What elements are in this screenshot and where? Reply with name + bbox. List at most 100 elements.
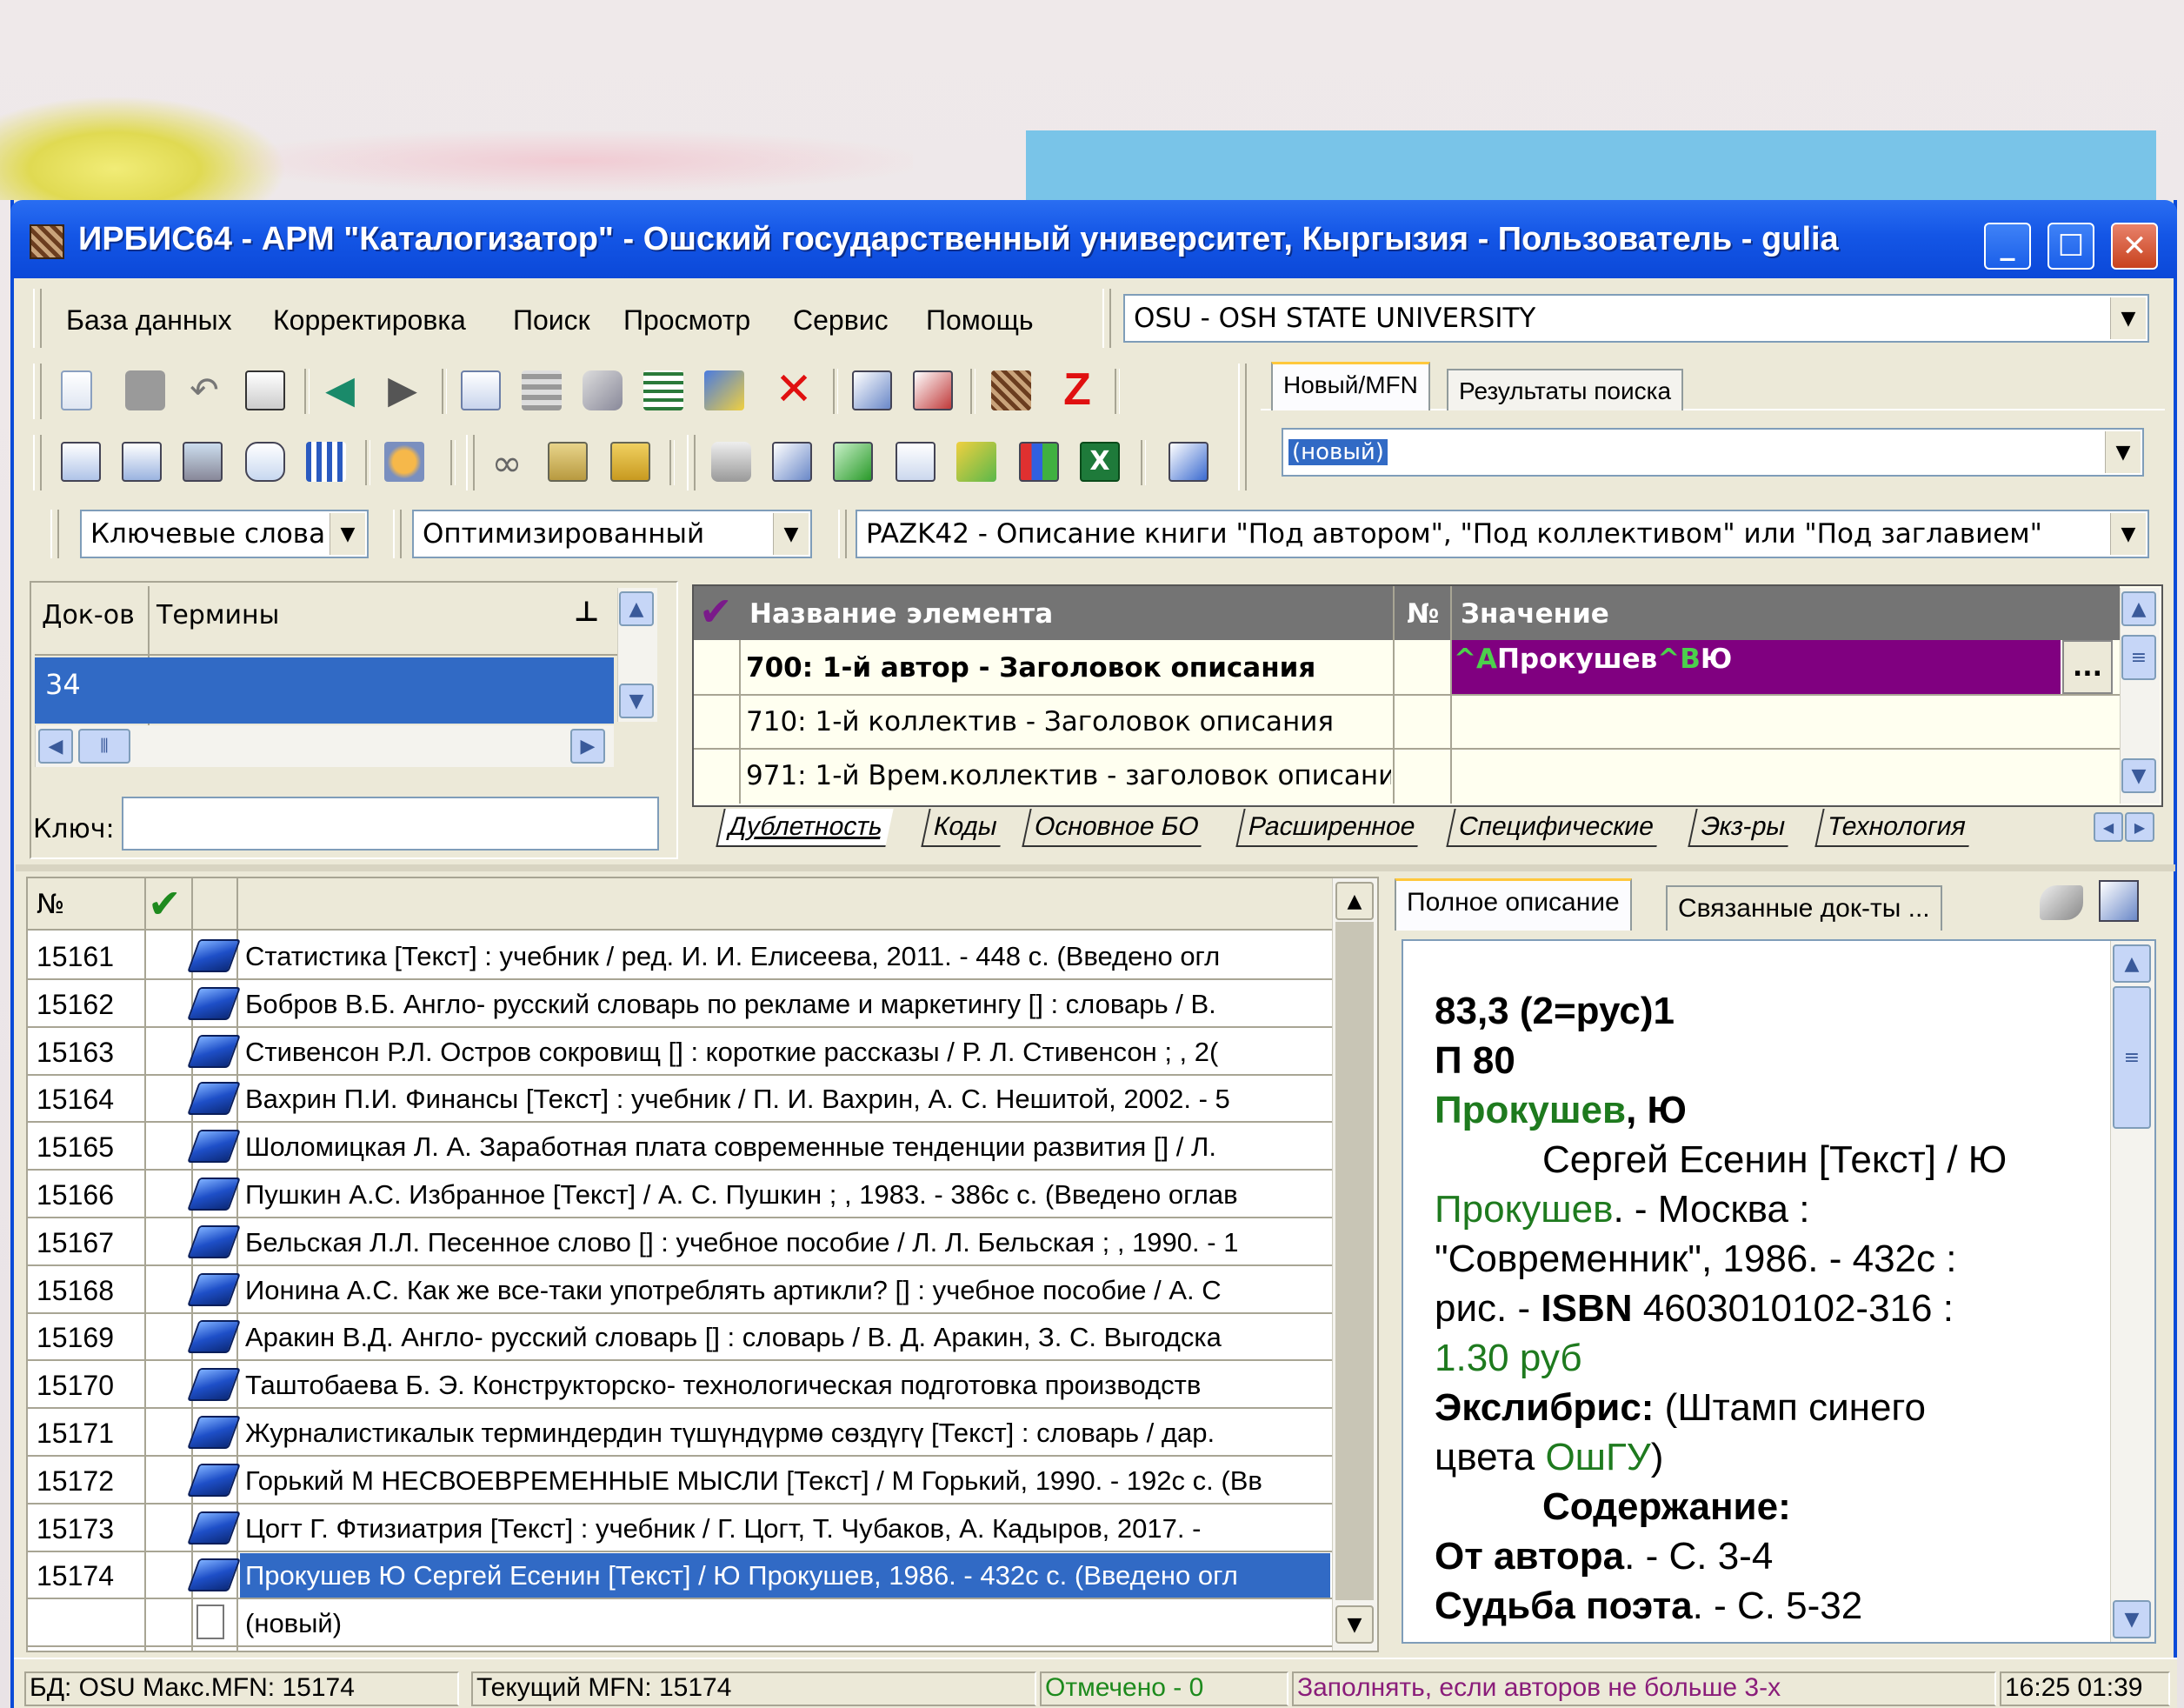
record-description[interactable]: Шоломицкая Л. А. Заработная плата соврем… xyxy=(240,1124,1330,1169)
search-mode-combo[interactable]: Ключевые слова ▼ xyxy=(80,510,369,558)
record-description[interactable]: Ионина А.С. Как же все-таки употреблять … xyxy=(240,1268,1330,1312)
record-description[interactable]: Аракин В.Д. Англо- русский словарь [] : … xyxy=(240,1315,1330,1359)
chevron-down-icon[interactable]: ▼ xyxy=(2110,297,2146,339)
mfn-combo[interactable]: (новый) ▼ xyxy=(1282,428,2144,477)
tabs-panel-grip[interactable] xyxy=(1238,364,1247,490)
save-icon[interactable] xyxy=(125,370,165,410)
horizontal-splitter[interactable] xyxy=(16,864,2175,871)
edit-record-icon[interactable] xyxy=(704,370,744,410)
scroll-up-icon[interactable]: ▲ xyxy=(1335,882,1374,920)
worksheet-combo[interactable]: PAZK42 - Описание книги "Под автором", "… xyxy=(856,510,2149,558)
record-description[interactable]: Бобров В.Б. Англо- русский словарь по ре… xyxy=(240,982,1330,1026)
worksheet-tab[interactable]: Коды xyxy=(921,809,1009,847)
preview-exlibris-org[interactable]: ОшГУ xyxy=(1545,1436,1650,1478)
menubar-grip[interactable] xyxy=(33,289,42,348)
tabs-scroll-left-icon[interactable]: ◀ xyxy=(2094,812,2123,842)
worksheet-tab[interactable]: Основное БО xyxy=(1022,809,1210,847)
paste-record-icon[interactable] xyxy=(461,370,501,410)
worksheet-tab[interactable]: Экз-ры xyxy=(1688,809,1796,847)
chevron-down-icon[interactable]: ▼ xyxy=(773,513,809,555)
excel-icon[interactable]: X xyxy=(1080,442,1120,482)
menu-database[interactable]: База данных xyxy=(66,304,232,337)
hierarchy-icon[interactable] xyxy=(306,442,346,482)
scroll-thumb[interactable]: ⦀ xyxy=(78,729,130,764)
export-preview-icon[interactable] xyxy=(2040,885,2083,920)
menu-help[interactable]: Помощь xyxy=(926,304,1034,337)
tree-icon[interactable] xyxy=(643,370,683,410)
menu-service[interactable]: Сервис xyxy=(793,304,889,337)
list-icon[interactable] xyxy=(522,370,562,410)
scroll-thumb[interactable]: ≡ xyxy=(2121,635,2156,680)
scroll-down-icon[interactable]: ▼ xyxy=(619,684,654,718)
record-description[interactable]: Стивенсон Р.Л. Остров сокровищ [] : коро… xyxy=(240,1030,1330,1074)
tab-search-results[interactable]: Результаты поиска xyxy=(1447,369,1684,410)
key-input[interactable] xyxy=(122,797,659,851)
record-description[interactable]: Таштобаева Б. Э. Конструкторско- техноло… xyxy=(240,1363,1330,1407)
document-icon[interactable] xyxy=(896,442,936,482)
terms-row-selected[interactable] xyxy=(35,657,614,724)
tab-full-description[interactable]: Полное описание xyxy=(1395,878,1632,931)
minimize-button[interactable]: _ xyxy=(1984,223,2031,270)
scroll-left-icon[interactable]: ◀ xyxy=(38,729,73,764)
record-description[interactable]: Вахрин П.И. Финансы [Текст] : учебник / … xyxy=(240,1077,1330,1121)
chevron-down-icon[interactable]: ▼ xyxy=(2105,431,2141,473)
output-icon[interactable] xyxy=(833,442,873,482)
menu-search[interactable]: Поиск xyxy=(513,304,590,337)
irbis-app-icon[interactable] xyxy=(30,224,64,259)
database-combo[interactable]: OSU - OSH STATE UNIVERSITY ▼ xyxy=(1123,294,2149,343)
search-form2-icon[interactable] xyxy=(122,442,162,482)
menu-edit[interactable]: Корректировка xyxy=(273,304,466,337)
search-type-combo[interactable]: Оптимизированный ▼ xyxy=(412,510,812,558)
import-icon[interactable] xyxy=(852,370,892,410)
worksheet-tab[interactable]: Специфические xyxy=(1446,809,1665,847)
next-record-icon[interactable]: ▶ xyxy=(383,370,423,410)
record-description[interactable]: Пушкин А.С. Избранное [Текст] / А. С. Пу… xyxy=(240,1172,1330,1217)
query-icon[interactable] xyxy=(245,442,285,482)
paste-icon[interactable] xyxy=(610,442,650,482)
pin-icon[interactable]: ⊥ xyxy=(574,595,599,628)
new-document-icon[interactable] xyxy=(61,370,92,410)
scroll-up-icon[interactable]: ▲ xyxy=(619,591,654,626)
record-description[interactable]: Прокушев Ю Сергей Есенин [Текст] / Ю Про… xyxy=(240,1553,1330,1598)
terms-header-count[interactable]: Док-ов xyxy=(42,600,135,630)
preview-author-surname[interactable]: Прокушев xyxy=(1435,1089,1626,1131)
record-description[interactable]: Бельская Л.Л. Песенное слово [] : учебно… xyxy=(240,1220,1330,1264)
close-button[interactable]: ✕ xyxy=(2111,223,2158,270)
field-ellipsis-button[interactable]: ... xyxy=(2062,640,2113,694)
combos-grip[interactable] xyxy=(50,510,59,558)
statistics-icon[interactable] xyxy=(1019,442,1059,482)
record-description[interactable]: (новый) xyxy=(240,1601,1330,1645)
print-preview-icon[interactable] xyxy=(2099,880,2139,922)
terms-header-term[interactable]: Термины xyxy=(156,600,279,630)
worksheet-tab[interactable]: Технология xyxy=(1814,809,1977,847)
chevron-down-icon[interactable]: ▼ xyxy=(330,513,365,555)
menu-view[interactable]: Просмотр xyxy=(623,304,750,337)
tab-new-mfn[interactable]: Новый/MFN xyxy=(1271,362,1430,410)
irbis-icon[interactable] xyxy=(991,370,1031,410)
toolbar3-grip[interactable] xyxy=(466,435,475,490)
tabs-scroll-right-icon[interactable]: ▶ xyxy=(2125,812,2154,842)
scroll-thumb[interactable]: ≡ xyxy=(2113,986,2151,1129)
global-correction-icon[interactable] xyxy=(384,442,424,482)
tab-linked-docs[interactable]: Связанные док-ты ... xyxy=(1666,885,1942,931)
record-description[interactable]: Журналистикалык терминдердин түшүндүрмө … xyxy=(240,1411,1330,1455)
toolbar1-grip[interactable] xyxy=(33,364,42,419)
print-list-icon[interactable] xyxy=(772,442,812,482)
scroll-down-icon[interactable]: ▼ xyxy=(2113,1600,2151,1638)
checkmark-icon[interactable]: ✔ xyxy=(148,880,182,927)
chevron-down-icon[interactable]: ▼ xyxy=(2110,513,2146,555)
clipboard-icon[interactable] xyxy=(548,442,588,482)
worksheet-tab[interactable]: Расширенное xyxy=(1235,809,1427,847)
preview-currency[interactable]: руб xyxy=(1520,1337,1582,1379)
records-header-number[interactable]: № xyxy=(37,889,64,920)
settings-icon[interactable] xyxy=(1169,442,1209,482)
scroll-up-icon[interactable]: ▲ xyxy=(2121,591,2156,626)
checkmark-icon[interactable]: ✔ xyxy=(699,588,733,635)
copy-record-icon[interactable] xyxy=(245,370,285,410)
export-icon[interactable] xyxy=(913,370,953,410)
print-icon[interactable] xyxy=(711,442,751,482)
undo-icon[interactable]: ↶ xyxy=(184,370,224,410)
scroll-right-icon[interactable]: ▶ xyxy=(570,729,605,764)
record-description[interactable]: Статистика [Текст] : учебник / ред. И. И… xyxy=(240,934,1330,978)
db-combo-grip[interactable] xyxy=(1102,289,1111,348)
